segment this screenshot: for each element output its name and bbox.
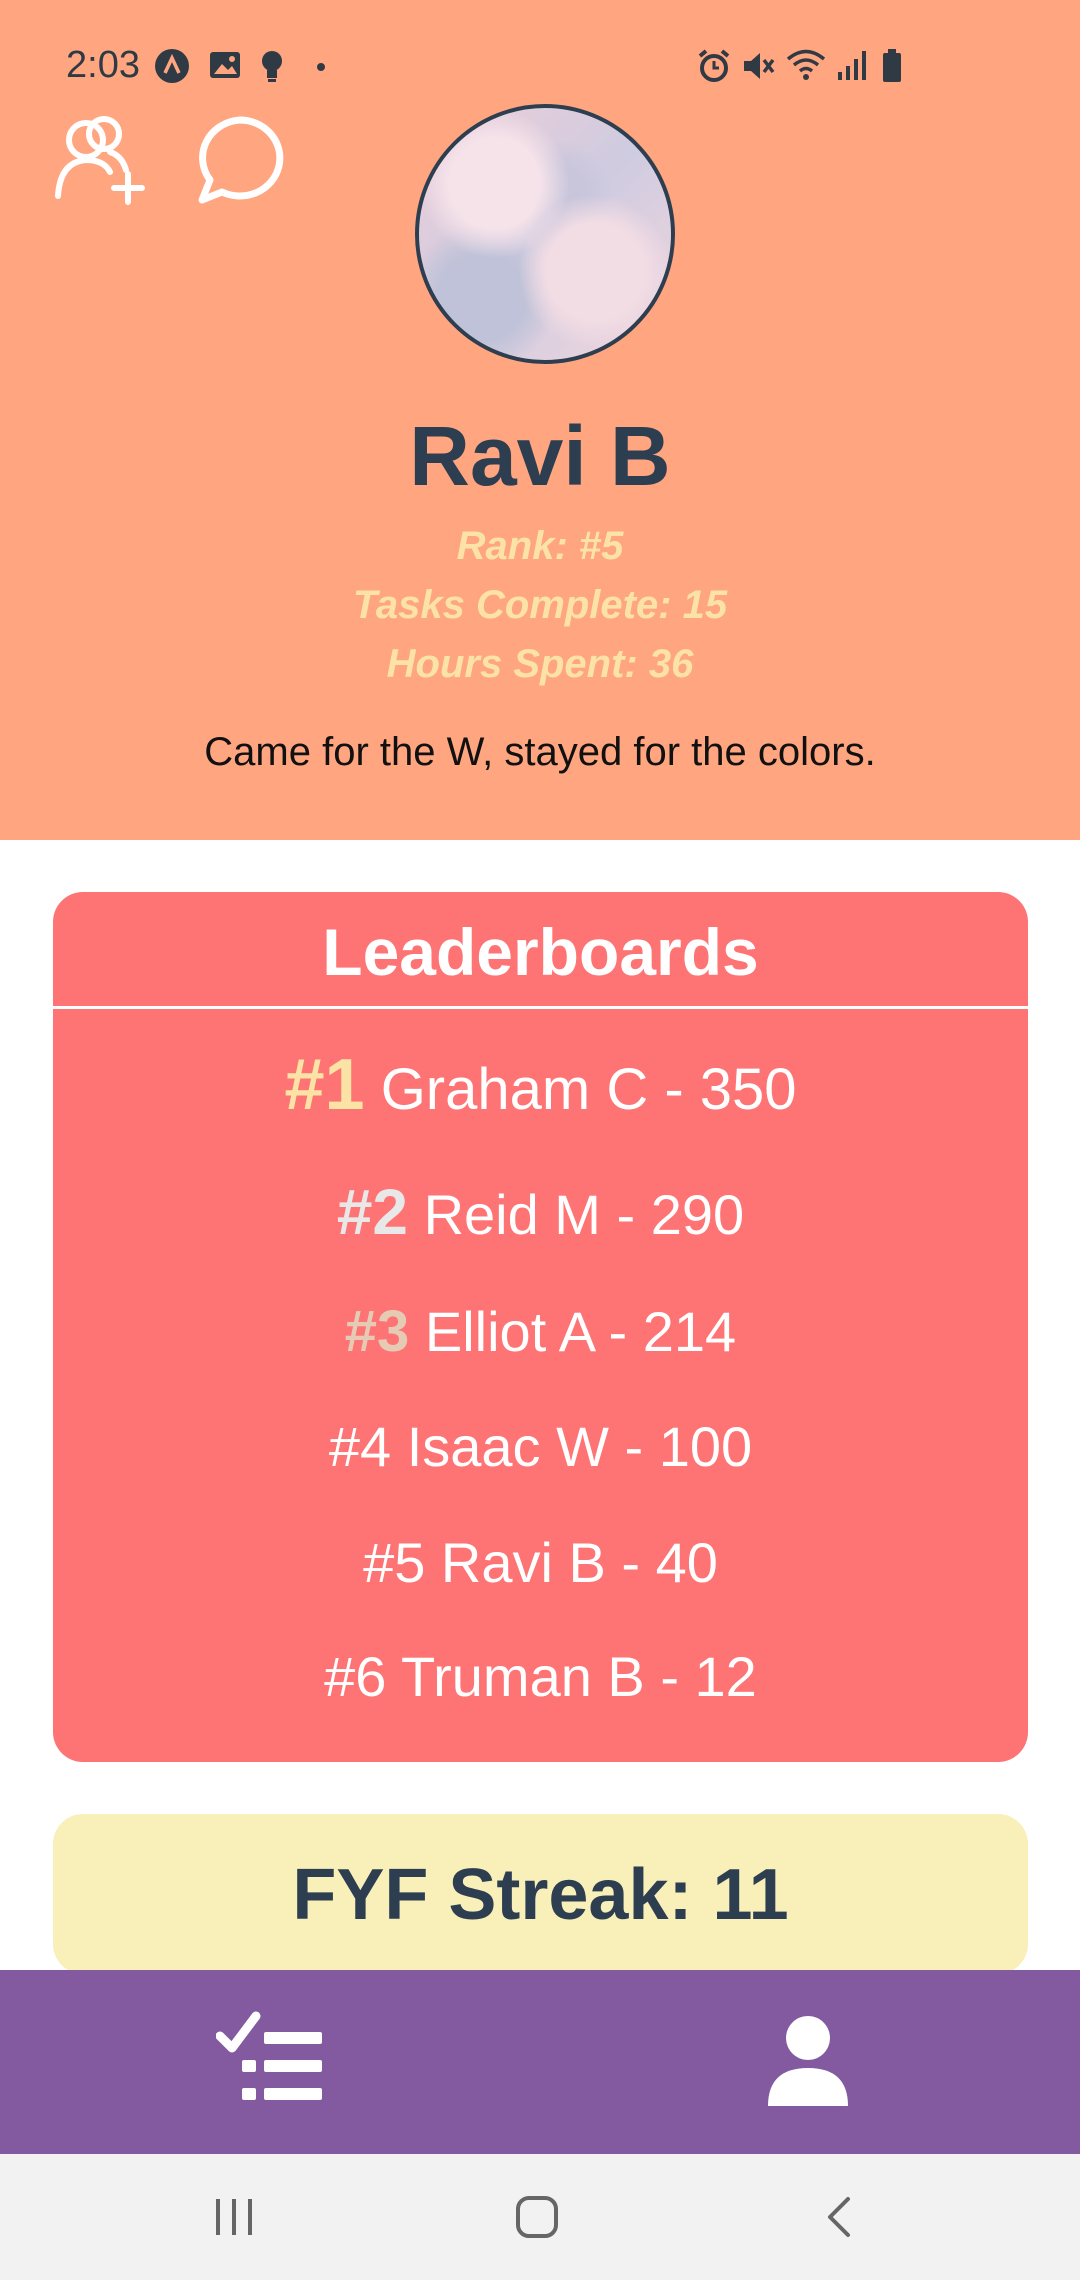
recents-icon <box>216 2199 252 2235</box>
home-icon <box>516 2196 558 2238</box>
person-icon <box>768 2016 848 2106</box>
leaderboard-entry[interactable]: #4 Isaac W - 100 <box>53 1414 1028 1479</box>
wifi-icon <box>786 49 826 80</box>
leaderboard-rank: #1 <box>284 1045 365 1125</box>
recents-button[interactable] <box>134 2154 334 2280</box>
leaderboard-rank: #2 <box>336 1176 409 1248</box>
leaderboard-entry-text: Reid M - 290 <box>423 1183 745 1246</box>
add-friend-icon[interactable] <box>52 112 148 208</box>
status-bar: 2:03 <box>0 0 1080 100</box>
home-button[interactable] <box>437 2154 637 2280</box>
leaderboard-entry[interactable]: #5 Ravi B - 40 <box>53 1530 1028 1595</box>
tab-tasks[interactable] <box>0 1970 540 2154</box>
leaderboard-rank: #6 <box>324 1645 387 1708</box>
profile-name: Ravi B <box>409 409 671 503</box>
signal-icon <box>838 51 866 80</box>
profile-bio: Came for the W, stayed for the colors. <box>204 730 876 774</box>
profile-rank: Rank: #5 <box>456 524 624 568</box>
leaderboard-entry-text: Elliot A - 214 <box>424 1300 737 1363</box>
leaderboard-rank: #3 <box>344 1299 410 1364</box>
leaderboard-entry-text: Graham C - 350 <box>380 1057 797 1122</box>
chat-icon[interactable] <box>194 114 286 206</box>
streak-text: FYF Streak: 11 <box>292 1855 789 1935</box>
leaderboard-entry-text: Isaac W - 100 <box>406 1415 753 1478</box>
dot-icon <box>317 63 325 71</box>
leaderboard-entry-text: Truman B - 12 <box>401 1645 757 1708</box>
image-icon <box>210 52 240 78</box>
leaderboard-entry-text: Ravi B - 40 <box>440 1531 718 1594</box>
profile-header: 2:03 Ravi B Rank: #5 Tasks Complete: 15 … <box>0 0 1080 840</box>
status-time: 2:03 <box>66 44 140 86</box>
streak-card: FYF Streak: 11 <box>53 1814 1028 1974</box>
system-nav-bar <box>0 2154 1080 2280</box>
leaderboard-entry[interactable]: #1 Graham C - 350 <box>53 1044 1028 1126</box>
app-a-icon <box>155 49 189 83</box>
leaderboard-rank: #5 <box>363 1531 426 1594</box>
mute-icon <box>744 53 775 79</box>
leaderboard-title: Leaderboards <box>322 915 759 989</box>
battery-icon <box>883 49 901 82</box>
leaderboard-entry[interactable]: #2 Reid M - 290 <box>53 1175 1028 1249</box>
profile-tasks-complete: Tasks Complete: 15 <box>352 583 728 627</box>
tab-profile[interactable] <box>540 1970 1080 2154</box>
bulb-icon <box>262 51 282 82</box>
alarm-icon <box>698 49 730 82</box>
back-icon <box>828 2197 850 2237</box>
leaderboard-entry[interactable]: #3 Elliot A - 214 <box>53 1298 1028 1365</box>
avatar[interactable] <box>415 104 675 364</box>
leaderboard-divider <box>53 1006 1028 1009</box>
checklist-icon <box>216 2011 322 2100</box>
profile-hours-spent: Hours Spent: 36 <box>386 642 694 686</box>
leaderboard-rank: #4 <box>328 1415 392 1478</box>
tab-bar <box>0 1970 1080 2154</box>
leaderboard-entry[interactable]: #6 Truman B - 12 <box>53 1644 1028 1709</box>
leaderboard-card: Leaderboards #1 Graham C - 350 #2 Reid M… <box>53 892 1028 1762</box>
back-button[interactable] <box>740 2154 940 2280</box>
